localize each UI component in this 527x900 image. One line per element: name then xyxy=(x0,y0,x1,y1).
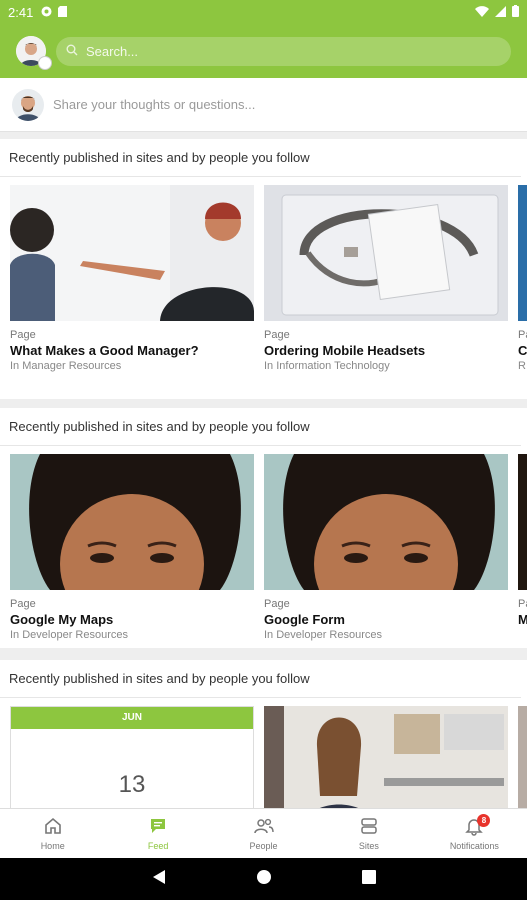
app-notification-icon xyxy=(41,5,52,20)
card-title: Ordering Mobile Headsets xyxy=(264,343,426,358)
card-type: Page xyxy=(10,598,36,610)
nav-label: Home xyxy=(40,841,65,851)
content-card[interactable]: Page What Makes a Good Manager? In Manag… xyxy=(10,185,254,372)
card-site: In Manager Resources xyxy=(10,360,122,372)
feed-section: Recently published in sites and by peopl… xyxy=(0,139,527,399)
card-title: C xyxy=(518,343,527,358)
card-type: Page xyxy=(264,598,290,610)
card-title: Google Form xyxy=(264,612,345,627)
nav-sites[interactable]: Sites xyxy=(316,809,421,858)
card-site: In Information Technology xyxy=(264,360,390,372)
card-thumbnail xyxy=(264,454,508,590)
card-title: M xyxy=(518,612,527,627)
battery-icon xyxy=(512,4,519,20)
nav-notifications[interactable]: 8 Notifications xyxy=(422,809,527,858)
content-card[interactable]: Pa M xyxy=(518,454,527,641)
card-thumbnail xyxy=(10,185,254,321)
back-icon[interactable] xyxy=(152,869,166,890)
system-navigation-bar xyxy=(0,858,527,900)
card-site: R xyxy=(518,360,526,372)
nav-home[interactable]: Home xyxy=(0,809,105,858)
nav-label: Notifications xyxy=(449,841,499,851)
sd-card-icon xyxy=(58,5,68,20)
calendar-day: 13 xyxy=(118,771,146,798)
home-icon xyxy=(43,816,63,838)
search-icon xyxy=(66,44,86,59)
card-site: In Developer Resources xyxy=(10,629,129,641)
card-thumbnail xyxy=(518,185,527,321)
feed-section: Recently published in sites and by peopl… xyxy=(0,408,527,648)
feed-section: Recently published in sites and by peopl… xyxy=(0,660,527,808)
content-card[interactable]: Page Google My Maps In Developer Resourc… xyxy=(10,454,254,641)
card-thumbnail xyxy=(518,706,527,808)
profile-avatar[interactable] xyxy=(16,36,52,70)
nav-label: People xyxy=(249,841,278,851)
notification-count-badge: 8 xyxy=(477,814,491,827)
card-thumbnail xyxy=(518,454,527,590)
sites-icon xyxy=(359,816,379,838)
signal-icon xyxy=(495,5,506,20)
nav-label: Feed xyxy=(147,841,169,851)
profile-status-icon xyxy=(38,56,52,70)
card-type: Page xyxy=(264,329,290,341)
card-site: In Developer Resources xyxy=(264,629,383,641)
card-type: Page xyxy=(10,329,36,341)
content-card[interactable] xyxy=(518,706,527,808)
card-title: Google My Maps xyxy=(10,612,114,627)
calendar-thumbnail: JUN 13 xyxy=(10,706,254,808)
card-thumbnail xyxy=(264,706,508,808)
calendar-month: JUN xyxy=(11,707,253,729)
card-title: What Makes a Good Manager? xyxy=(10,343,199,358)
search-placeholder: Search... xyxy=(86,43,139,59)
content-card[interactable]: Pa C R xyxy=(518,185,527,372)
recents-icon[interactable] xyxy=(361,869,376,889)
content-card[interactable]: Page Google Form In Developer Resources xyxy=(264,454,508,641)
wifi-icon xyxy=(475,5,489,20)
content-card[interactable] xyxy=(264,706,508,808)
section-title: Recently published in sites and by peopl… xyxy=(0,139,521,177)
nav-people[interactable]: People xyxy=(211,809,316,858)
feed-icon xyxy=(148,816,168,838)
post-composer[interactable]: Share your thoughts or questions... xyxy=(0,78,527,132)
bottom-navigation: Home Feed People Sites 8 Notifications xyxy=(0,808,527,858)
card-type: Pa xyxy=(518,329,527,341)
home-button-icon[interactable] xyxy=(256,869,272,890)
card-thumbnail xyxy=(10,454,254,590)
status-time: 2:41 xyxy=(8,4,34,20)
composer-placeholder: Share your thoughts or questions... xyxy=(53,97,256,112)
event-card[interactable]: JUN 13 xyxy=(10,706,254,808)
card-type: Pa xyxy=(518,598,527,610)
nav-label: Sites xyxy=(358,841,379,851)
people-icon xyxy=(253,816,274,838)
section-title: Recently published in sites and by peopl… xyxy=(0,408,521,446)
search-input[interactable]: Search... xyxy=(56,36,511,66)
content-card[interactable]: Page Ordering Mobile Headsets In Informa… xyxy=(264,185,508,372)
nav-feed[interactable]: Feed xyxy=(105,809,210,858)
status-bar: 2:41 xyxy=(0,0,527,24)
section-title: Recently published in sites and by peopl… xyxy=(0,660,521,698)
app-bar: Search... xyxy=(0,24,527,78)
user-avatar xyxy=(12,88,44,121)
card-thumbnail xyxy=(264,185,508,321)
